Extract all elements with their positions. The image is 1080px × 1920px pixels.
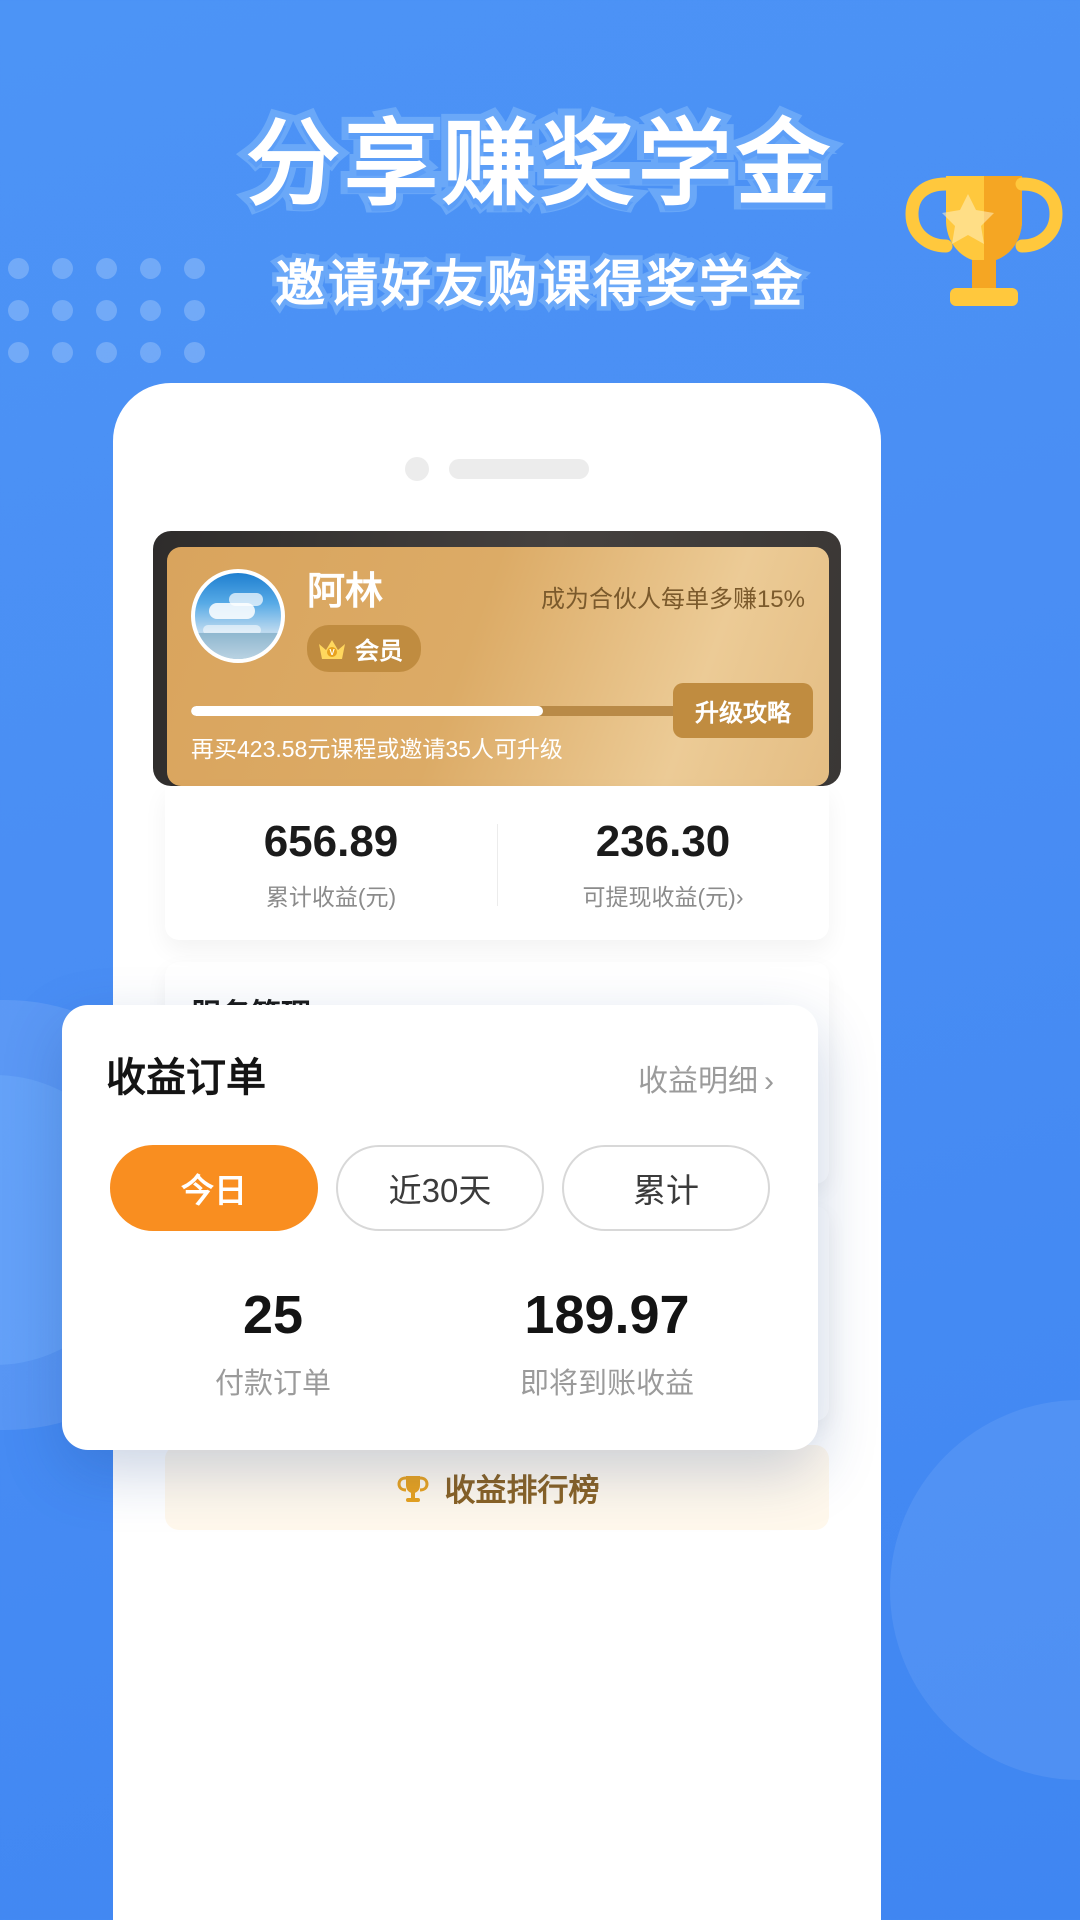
trophy-small-icon bbox=[396, 1475, 429, 1502]
camera-dot-icon bbox=[405, 457, 429, 481]
partner-promo-text: 成为合伙人每单多赚15% bbox=[540, 586, 805, 613]
background-circle-right bbox=[890, 1400, 1080, 1780]
upgrade-hint: 再买423.58元课程或邀请35人可升级 bbox=[191, 736, 563, 762]
crown-icon: V bbox=[319, 639, 345, 659]
modal-title: 收益订单 bbox=[106, 1056, 266, 1100]
speaker-bar-icon bbox=[449, 459, 589, 479]
member-card-frame: 阿林 V 会员 成为合伙人每单多赚15% 再买423.58元课程或邀请35人可升… bbox=[153, 531, 841, 786]
pending-earnings-value: 189.97 bbox=[524, 1285, 690, 1345]
tab-cumulative[interactable]: 累计 bbox=[562, 1145, 770, 1231]
status-badge: V 会员 bbox=[307, 625, 421, 672]
paid-orders-stat: 25 付款订单 bbox=[106, 1287, 440, 1402]
pending-earnings-stat: 189.97 即将到账收益 bbox=[440, 1287, 774, 1402]
phone-notch bbox=[135, 405, 859, 481]
member-card[interactable]: 阿林 V 会员 成为合伙人每单多赚15% 再买423.58元课程或邀请35人可升… bbox=[167, 547, 829, 786]
earnings-total: 656.89 累计收益(元) bbox=[165, 817, 497, 912]
earnings-detail-link[interactable]: 收益明细 › bbox=[638, 1056, 774, 1100]
earnings-ranking-label: 收益排行榜 bbox=[444, 1473, 600, 1509]
earnings-withdrawable-label: 可提现收益(元)› bbox=[582, 884, 744, 911]
earnings-detail-label: 收益明细 bbox=[638, 1065, 758, 1098]
period-tabs: 今日 近30天 累计 bbox=[106, 1145, 774, 1231]
earnings-summary: 656.89 累计收益(元) 236.30 可提现收益(元)› bbox=[165, 786, 829, 941]
chevron-right-icon: › bbox=[735, 884, 744, 911]
chevron-right-icon: › bbox=[764, 1065, 774, 1098]
earnings-ranking-banner[interactable]: 收益排行榜 bbox=[165, 1445, 829, 1531]
upgrade-progress-bar bbox=[191, 706, 695, 716]
paid-orders-value: 25 bbox=[242, 1285, 304, 1345]
tab-last-30-days[interactable]: 近30天 bbox=[336, 1145, 544, 1231]
page-subtitle: 邀请好友购课得奖学金 bbox=[271, 252, 807, 317]
paid-orders-label: 付款订单 bbox=[214, 1367, 331, 1400]
earnings-withdrawable[interactable]: 236.30 可提现收益(元)› bbox=[497, 817, 829, 912]
earnings-total-value: 656.89 bbox=[263, 817, 399, 866]
user-name: 阿林 bbox=[307, 571, 384, 613]
avatar[interactable] bbox=[191, 569, 285, 663]
page-title: 分享赚奖学金 bbox=[239, 104, 837, 223]
hero-banner: 分享赚奖学金 邀请好友购课得奖学金 bbox=[0, 0, 1080, 317]
earnings-total-label: 累计收益(元) bbox=[265, 884, 397, 911]
upgrade-guide-button[interactable]: 升级攻略 bbox=[673, 683, 813, 738]
earnings-orders-modal: 收益订单 收益明细 › 今日 近30天 累计 25 付款订单 189.97 即将到… bbox=[62, 1005, 818, 1450]
pending-earnings-label: 即将到账收益 bbox=[519, 1367, 694, 1400]
svg-text:V: V bbox=[329, 648, 335, 657]
tab-today[interactable]: 今日 bbox=[110, 1145, 318, 1231]
status-badge-label: 会员 bbox=[355, 638, 403, 665]
earnings-withdrawable-value: 236.30 bbox=[595, 817, 731, 866]
